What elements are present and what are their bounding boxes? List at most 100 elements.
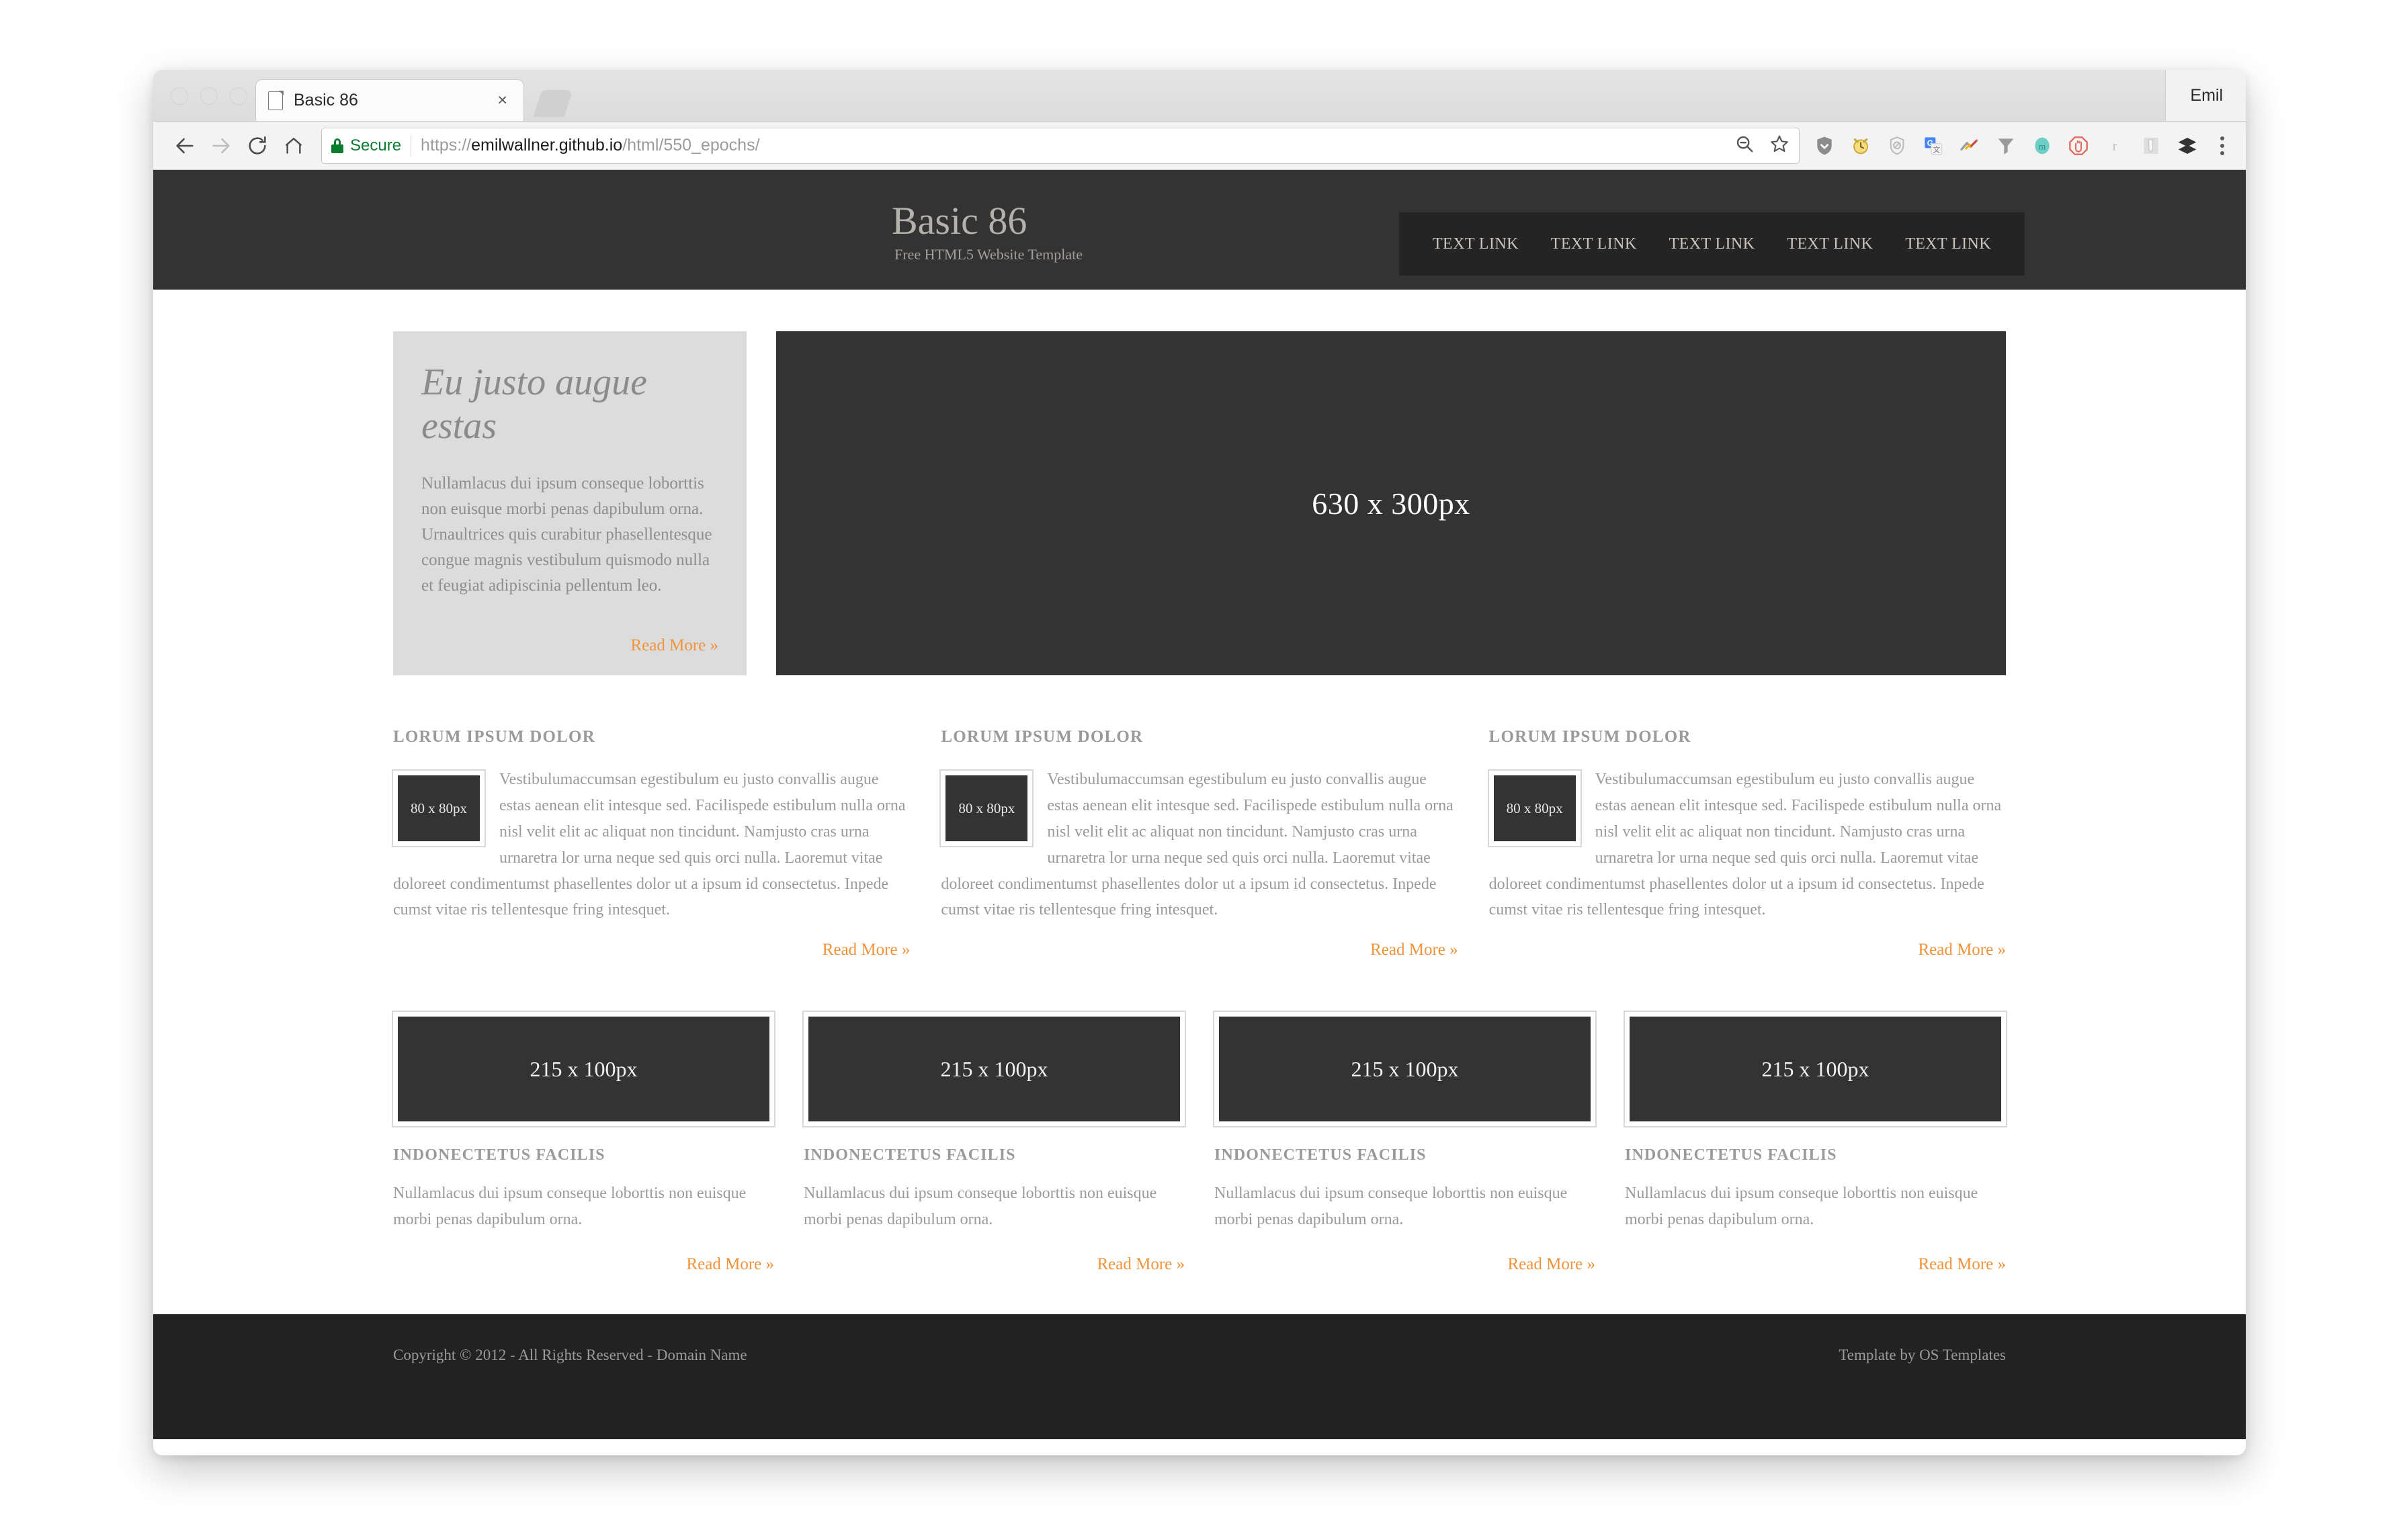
hero-read-more-link[interactable]: Read More » [630,636,718,655]
content-column: LORUM IPSUM DOLOR 80 x 80px Vestibulumac… [392,728,911,959]
close-icon[interactable]: × [493,92,511,109]
card-read-more-link[interactable]: Read More » [1918,1255,2006,1274]
site-footer: Copyright © 2012 - All Rights Reserved -… [153,1314,2246,1440]
feature-card: 215 x 100px INDONECTETUS FACILIS Nullaml… [1213,1011,1597,1274]
extensions-bar: G文 m r [1809,132,2232,159]
back-icon[interactable] [167,128,203,164]
card-image-placeholder: 215 x 100px [802,1011,1186,1128]
r-letter-icon[interactable]: r [2103,134,2126,157]
column-read-more-link[interactable]: Read More » [1370,941,1458,959]
forward-icon[interactable] [203,128,239,164]
shield-down-icon[interactable] [1813,134,1836,157]
site-tagline: Free HTML5 Website Template [894,245,1083,263]
hero-aside: Eu justo augue estas Nullamlacus dui ips… [393,331,747,675]
security-status-label: Secure [350,136,402,155]
maximize-window-button[interactable] [230,87,247,105]
column-read-more-link[interactable]: Read More » [1918,941,2006,959]
reload-icon[interactable] [239,128,276,164]
layers-icon[interactable] [2176,134,2199,157]
bookmark-star-icon[interactable] [1769,134,1790,157]
card-heading: INDONECTETUS FACILIS [393,1146,605,1164]
column-heading: LORUM IPSUM DOLOR [1488,728,1691,746]
adblock-arrow-icon[interactable] [1958,134,1981,157]
lock-icon [331,138,343,153]
browser-window: Basic 86 × Emil Secure https://emilwalln… [153,70,2246,1455]
zoom-out-icon[interactable] [1734,134,1755,157]
site-brand[interactable]: Basic 86 Free HTML5 Website Template [892,199,1083,263]
three-dot-menu-icon[interactable] [2212,132,2232,159]
card-body: Nullamlacus dui ipsum conseque loborttis… [393,1185,747,1228]
footer-copyright: Copyright © 2012 - All Rights Reserved -… [393,1346,747,1364]
google-translate-icon[interactable]: G文 [1922,134,1945,157]
note-icon[interactable] [2140,134,2162,157]
page-icon [268,91,284,110]
new-tab-button[interactable] [533,90,573,117]
footer-credit[interactable]: Template by OS Templates [1839,1346,2006,1364]
card-read-more-link[interactable]: Read More » [686,1255,774,1274]
card-body: Nullamlacus dui ipsum conseque loborttis… [1214,1185,1568,1228]
hero-body: Nullamlacus dui ipsum conseque loborttis… [421,474,712,595]
four-column-section: 215 x 100px INDONECTETUS FACILIS Nullaml… [392,1011,2007,1274]
card-image-placeholder: 215 x 100px [1624,1011,2007,1128]
url-scheme: https:// [421,136,472,155]
hero-banner-placeholder: 630 x 300px [776,331,2006,675]
card-body: Nullamlacus dui ipsum conseque loborttis… [804,1185,1157,1228]
address-bar[interactable]: Secure https://emilwallner.github.io/htm… [321,127,1800,164]
page-viewport: Basic 86 Free HTML5 Website Template TEX… [153,170,2246,1455]
url-text: https://emilwallner.github.io/html/550_e… [421,136,759,155]
site-main: Eu justo augue estas Nullamlacus dui ips… [392,290,2007,1274]
feature-card: 215 x 100px INDONECTETUS FACILIS Nullaml… [392,1011,775,1274]
svg-text:文: 文 [1933,145,1940,154]
home-icon[interactable] [276,128,312,164]
content-column: LORUM IPSUM DOLOR 80 x 80px Vestibulumac… [1487,728,2006,959]
thumbnail-placeholder: 80 x 80px [1487,769,1582,847]
alarm-clock-icon[interactable] [1849,134,1872,157]
profile-button[interactable]: Emil [2165,70,2246,121]
nav-link-5[interactable]: TEXT LINK [1889,235,2007,253]
card-read-more-link[interactable]: Read More » [1097,1255,1185,1274]
browser-toolbar: Secure https://emilwallner.github.io/htm… [153,122,2246,170]
profile-name: Emil [2190,85,2223,105]
feature-card: 215 x 100px INDONECTETUS FACILIS Nullaml… [1624,1011,2007,1274]
tab-strip: Basic 86 × Emil [153,70,2246,122]
desktop-backdrop: Basic 86 × Emil Secure https://emilwalln… [0,0,2399,1540]
column-read-more-link[interactable]: Read More » [823,941,911,959]
hero-section: Eu justo augue estas Nullamlacus dui ips… [393,331,2006,675]
nav-link-2[interactable]: TEXT LINK [1535,235,1653,253]
card-image-placeholder: 215 x 100px [392,1011,775,1128]
m-circle-icon[interactable]: m [2031,134,2054,157]
card-heading: INDONECTETUS FACILIS [1214,1146,1427,1164]
stop-hand-icon[interactable] [2067,134,2090,157]
card-image-placeholder: 215 x 100px [1213,1011,1597,1128]
column-heading: LORUM IPSUM DOLOR [941,728,1144,746]
minimize-window-button[interactable] [200,87,218,105]
url-host: emilwallner.github.io [471,136,623,155]
nav-link-3[interactable]: TEXT LINK [1653,235,1771,253]
thumbnail-placeholder: 80 x 80px [392,769,486,847]
block-shield-icon[interactable] [1886,134,1908,157]
site-header: Basic 86 Free HTML5 Website Template TEX… [153,170,2246,290]
funnel-icon[interactable] [1994,134,2017,157]
nav-link-4[interactable]: TEXT LINK [1771,235,1889,253]
close-window-button[interactable] [171,87,188,105]
content-column: LORUM IPSUM DOLOR 80 x 80px Vestibulumac… [939,728,1458,959]
hero-heading: Eu justo augue estas [421,361,647,447]
card-read-more-link[interactable]: Read More » [1507,1255,1595,1274]
website-root: Basic 86 Free HTML5 Website Template TEX… [153,170,2246,1440]
three-column-section: LORUM IPSUM DOLOR 80 x 80px Vestibulumac… [392,728,2006,959]
feature-card: 215 x 100px INDONECTETUS FACILIS Nullaml… [802,1011,1186,1274]
url-path: /html/550_epochs/ [622,136,760,155]
browser-tab[interactable]: Basic 86 × [255,79,524,121]
primary-navigation: TEXT LINK TEXT LINK TEXT LINK TEXT LINK … [1399,212,2025,275]
svg-text:m: m [2039,141,2046,151]
nav-link-1[interactable]: TEXT LINK [1417,235,1535,253]
card-heading: INDONECTETUS FACILIS [804,1146,1016,1164]
thumbnail-placeholder: 80 x 80px [939,769,1034,847]
svg-text:r: r [2113,139,2117,153]
site-title: Basic 86 [892,199,1027,243]
omnibox-actions [1724,134,1790,157]
card-body: Nullamlacus dui ipsum conseque loborttis… [1625,1185,1978,1228]
tab-title: Basic 86 [294,91,358,110]
column-heading: LORUM IPSUM DOLOR [393,728,595,746]
window-traffic-lights [171,87,247,105]
